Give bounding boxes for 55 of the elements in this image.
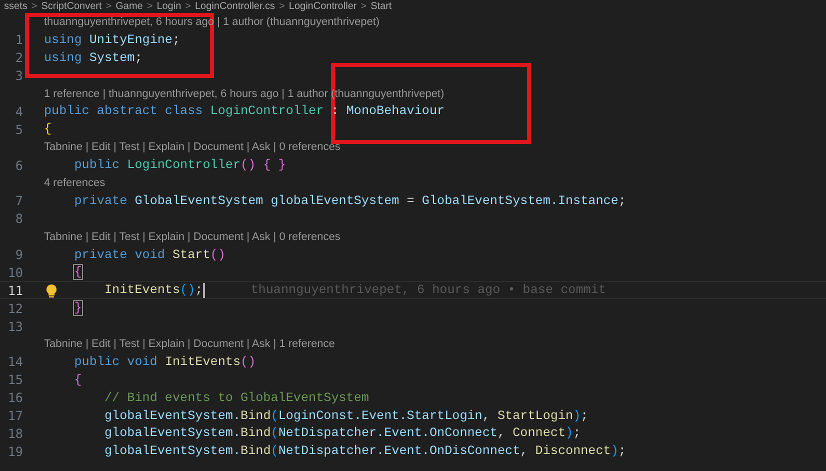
breadcrumb-separator: >: [360, 1, 367, 12]
line-number: 11: [6, 282, 23, 298]
breadcrumb-separator: >: [146, 1, 153, 12]
code-line: public LoginController() { }: [74, 158, 286, 172]
text-cursor: [202, 282, 205, 298]
breadcrumb-item[interactable]: ScriptConvert: [41, 1, 102, 12]
breadcrumb-item[interactable]: Start: [370, 1, 392, 12]
line-number: 2: [14, 50, 23, 66]
code-line: private void Start(): [74, 248, 226, 262]
lightbulb-icon[interactable]: [46, 284, 57, 298]
line-number: 8: [14, 211, 23, 226]
codelens[interactable]: Tabnine | Edit | Test | Explain | Document | Ask | 0 references: [44, 230, 340, 243]
code-line: InitEvents();: [104, 283, 203, 298]
code-line: }: [74, 301, 82, 316]
code-line: using UnityEngine;: [44, 32, 180, 47]
line-number: 6: [14, 158, 23, 173]
breadcrumb-separator: >: [185, 1, 191, 12]
line-number: 7: [14, 193, 23, 208]
line-number: 13: [6, 318, 23, 334]
line-number: 1: [14, 32, 23, 48]
line-number: 15: [6, 372, 23, 388]
code-line: {: [74, 265, 82, 280]
line-number: 5: [14, 122, 23, 137]
line-number: 16: [6, 390, 23, 406]
breadcrumb-item[interactable]: LoginController: [288, 1, 357, 12]
inline-blame: thuannguyenthrivepet, 6 hours ago • base commit: [250, 283, 606, 298]
code-line: {: [44, 122, 52, 136]
code-line: globalEventSystem.Bind(NetDispatcher.Event.OnConnect, Connect);: [104, 426, 581, 440]
breadcrumb-item[interactable]: Login: [156, 1, 182, 12]
code-line: public void InitEvents(): [74, 354, 256, 369]
code-line: using System;: [44, 50, 142, 65]
line-number: 4: [14, 104, 23, 119]
code-line: private GlobalEventSystem globalEventSystem = GlobalEventSystem.Instance;: [74, 194, 626, 208]
code-line: public abstract class LoginController : MonoBehaviour: [44, 104, 445, 118]
code-line: {: [74, 372, 82, 387]
line-number: 18: [6, 426, 23, 441]
breadcrumb-separator: >: [31, 1, 38, 12]
line-number: 14: [6, 354, 23, 370]
breadcrumb-item[interactable]: ssets: [4, 1, 28, 12]
code-line: // Bind events to GlobalEventSystem: [104, 390, 369, 405]
codelens[interactable]: Tabnine | Edit | Test | Explain | Document | Ask | 1 reference: [44, 338, 335, 350]
codelens[interactable]: Tabnine | Edit | Test | Explain | Document | Ask | 0 references: [44, 141, 340, 154]
line-number: 9: [14, 247, 23, 262]
breadcrumb-separator: >: [106, 1, 112, 12]
line-number: 10: [6, 264, 23, 280]
breadcrumb-item[interactable]: LoginController.cs: [195, 1, 276, 12]
line-number: 17: [6, 408, 23, 424]
code-line: globalEventSystem.Bind(NetDispatcher.Event.OnDisConnect, Disconnect);: [104, 444, 626, 458]
line-number: 19: [6, 444, 23, 459]
line-number: 12: [6, 300, 23, 316]
codelens[interactable]: 4 references: [44, 176, 106, 189]
line-number: 3: [14, 68, 23, 84]
breadcrumb-item[interactable]: Game: [116, 1, 143, 12]
breadcrumb-separator: >: [279, 1, 285, 12]
code-line: globalEventSystem.Bind(LoginConst.Event.StartLogin, StartLogin);: [104, 408, 588, 423]
